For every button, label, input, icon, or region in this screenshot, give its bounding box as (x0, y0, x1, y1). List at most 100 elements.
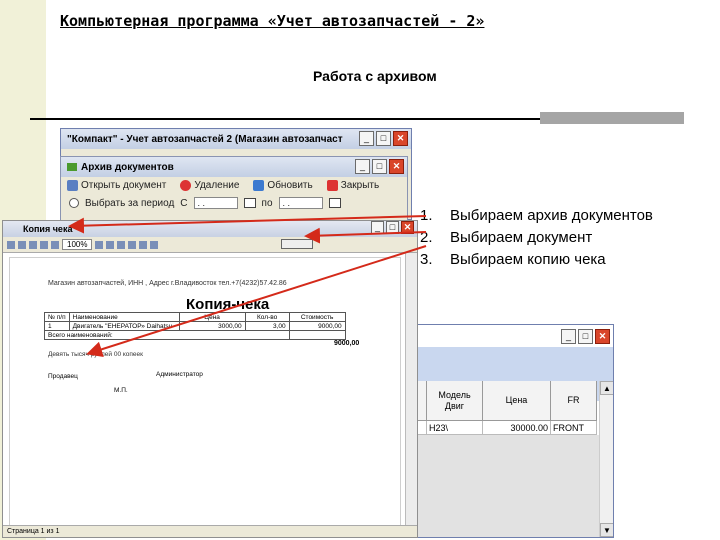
close-icon (326, 180, 338, 191)
seller-role: Администратор (156, 371, 203, 378)
preview-status-bar: Страница 1 из 1 (3, 525, 417, 537)
cell-name: Двигатель "ЕНЕРАТОР» Daihatsu (68, 321, 180, 331)
delete-icon (180, 180, 192, 191)
close-button[interactable]: ✕ (393, 131, 408, 146)
refresh-label: Обновить (267, 180, 313, 191)
period-radio[interactable] (69, 198, 79, 208)
close-archive-button[interactable]: Закрыть (326, 180, 380, 191)
step-text: Выбираем документ (450, 229, 593, 246)
open-document-icon (67, 180, 78, 191)
cell-qty: 3,00 (244, 321, 290, 331)
grid-header-price[interactable]: Цена (483, 381, 551, 421)
grid-header-model[interactable]: Модель Двиг (427, 381, 483, 421)
grid-empty-area (399, 435, 599, 537)
zoom-select[interactable]: 100% (62, 239, 93, 250)
zoom-in-icon[interactable] (95, 240, 104, 249)
grid-close-button[interactable]: ✕ (595, 329, 610, 344)
archive-icon (67, 163, 77, 171)
grid-window-controls: _ □ ✕ (561, 329, 610, 344)
receipt-preview-window: Копия чека _ □ ✕ 100% Магазин автозапчас… (2, 220, 418, 538)
grid-minimize-button[interactable]: _ (561, 329, 576, 344)
amount-in-words: Девять тысяч рублей 00 копеек (48, 351, 143, 358)
step-number: 1. (420, 207, 433, 224)
step-item: 1. Выбираем архив документов (420, 205, 653, 227)
refresh-icon (253, 180, 265, 191)
archive-maximize-button[interactable]: □ (372, 159, 387, 174)
slide-title: Компьютерная программа «Учет автозапчаст… (60, 12, 485, 30)
table-row[interactable]: H23\ 30000.00 FRONT (399, 421, 597, 435)
scroll-up-icon[interactable]: ▲ (600, 381, 613, 395)
find-icon[interactable] (51, 240, 59, 249)
date-to-prefix: по (261, 197, 273, 209)
receipt-table-header: № п/п Наименование Цена Кол-во Стоимость (44, 312, 346, 322)
archive-window-controls: _ □ ✕ (355, 159, 404, 174)
title-rule-accent (540, 112, 684, 124)
last-page-icon[interactable] (150, 240, 159, 249)
col-sum: Стоимость (288, 312, 346, 322)
scroll-down-icon[interactable]: ▼ (600, 523, 613, 537)
step-item: 2. Выбираем документ (420, 227, 653, 249)
step-number: 2. (420, 229, 433, 246)
step-text: Выбираем архив документов (450, 207, 653, 224)
archive-window: Архив документов _ □ ✕ Открыть документ … (60, 156, 408, 224)
date-from-field[interactable]: . . (193, 197, 238, 209)
email-icon[interactable] (40, 240, 48, 249)
minimize-button[interactable]: _ (359, 131, 374, 146)
calendar-icon[interactable] (243, 198, 256, 208)
save-icon[interactable] (18, 240, 26, 249)
receipt-row: 1 Двигатель "ЕНЕРАТОР» Daihatsu 3000,00 … (44, 321, 346, 331)
grid-cell-price: 30000.00 (483, 421, 551, 435)
cell-sum: 9000,00 (288, 321, 346, 331)
preview-close-tool-button[interactable] (281, 239, 313, 249)
col-num: № п/п (44, 312, 70, 322)
prev-page-icon[interactable] (128, 240, 137, 249)
period-label: Выбрать за период (85, 197, 175, 209)
total-cell (288, 330, 346, 340)
delete-label: Удаление (194, 180, 240, 191)
preview-window-title: Копия чека (3, 221, 417, 237)
preview-close-button[interactable]: ✕ (401, 221, 414, 234)
preview-maximize-button[interactable]: □ (386, 221, 399, 234)
first-page-icon[interactable] (117, 240, 126, 249)
export-icon[interactable] (29, 240, 37, 249)
preview-window-controls: _ □ ✕ (371, 221, 414, 234)
open-document-button[interactable]: Открыть документ (67, 180, 166, 191)
step-number: 3. (420, 251, 433, 268)
date-to-field[interactable]: . . (278, 197, 323, 209)
delete-button[interactable]: Удаление (180, 180, 239, 191)
open-document-label: Открыть документ (81, 180, 167, 191)
grid-cell-model: H23\ (427, 421, 483, 435)
grid-cell-fr: FRONT (551, 421, 597, 435)
print-icon[interactable] (7, 240, 15, 249)
next-page-icon[interactable] (139, 240, 148, 249)
preview-minimize-button[interactable]: _ (371, 221, 384, 234)
col-price: Цена (178, 312, 246, 322)
cell-num: 1 (44, 321, 70, 331)
documents-grid-window: _ □ ✕ Модель Двиг Цена FR H23\ 30000.00 … (398, 324, 614, 538)
archive-toolbar: Открыть документ Удаление Обновить Закры… (61, 177, 407, 194)
zoom-out-icon[interactable] (106, 240, 115, 249)
grid-header-fr[interactable]: FR (551, 381, 597, 421)
grid-maximize-button[interactable]: □ (578, 329, 593, 344)
maximize-button[interactable]: □ (376, 131, 391, 146)
refresh-button[interactable]: Обновить (253, 180, 313, 191)
period-filter: Выбрать за период С . . по . . (61, 194, 407, 212)
preview-toolbar: 100% (3, 237, 417, 253)
grid-scrollbar[interactable]: ▲ ▼ (599, 381, 613, 537)
archive-minimize-button[interactable]: _ (355, 159, 370, 174)
title-rule (30, 118, 542, 120)
calendar-icon[interactable] (328, 198, 341, 208)
preview-scrollbar[interactable] (405, 253, 417, 537)
step-text: Выбираем копию чека (450, 251, 606, 268)
seller-signature-label: Продавец (48, 373, 78, 380)
col-qty: Кол-во (244, 312, 290, 322)
receipt-table: № п/п Наименование Цена Кол-во Стоимость… (44, 312, 346, 340)
store-header: Магазин автозапчастей, ИНН , Адрес г.Вла… (48, 280, 287, 287)
close-archive-label: Закрыть (340, 180, 380, 191)
receipt-total-row: Всего наименований: (44, 330, 346, 340)
col-name: Наименование (68, 312, 180, 322)
steps-list: 1. Выбираем архив документов 2. Выбираем д… (420, 205, 653, 271)
archive-close-button[interactable]: ✕ (389, 159, 404, 174)
date-from-prefix: С (180, 197, 188, 209)
cell-price: 3000,00 (178, 321, 246, 331)
